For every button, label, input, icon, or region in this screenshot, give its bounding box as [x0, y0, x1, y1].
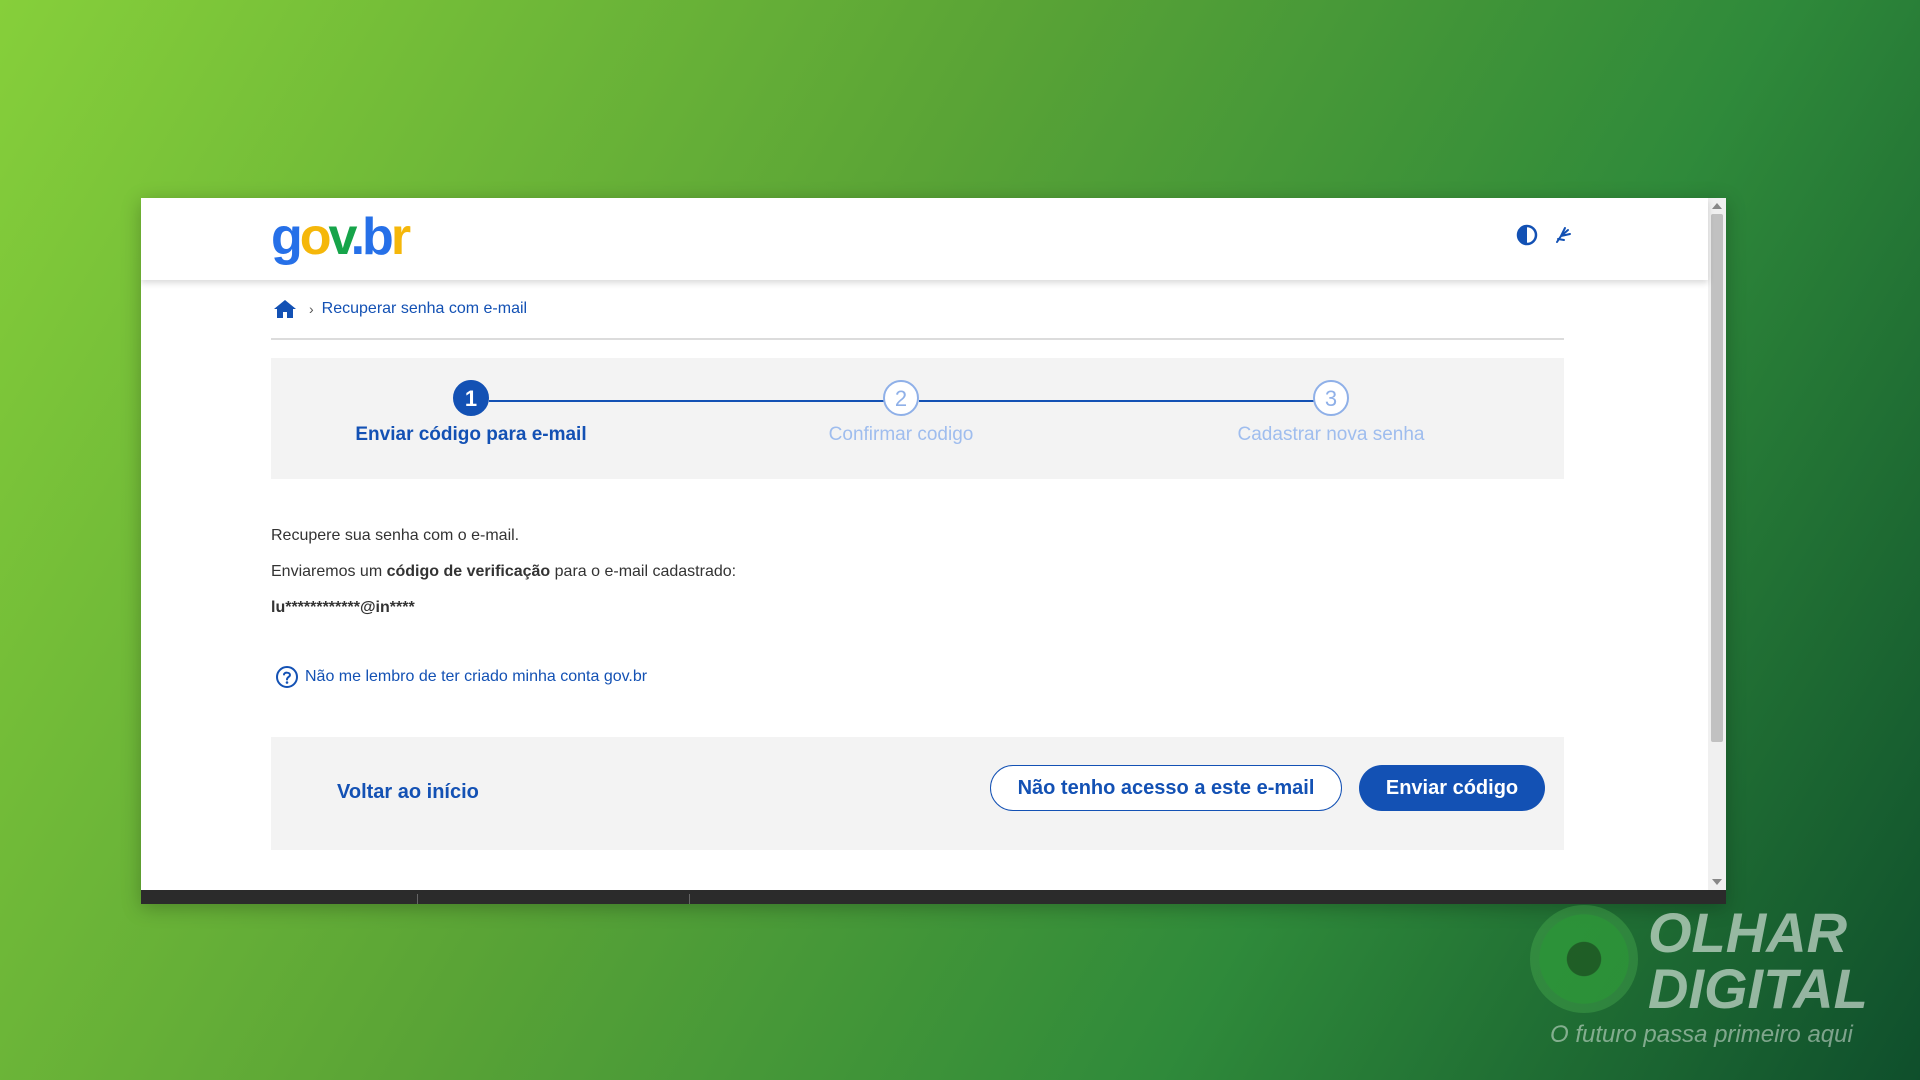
scroll-thumb[interactable]: [1711, 214, 1723, 742]
step-label: Confirmar codigo: [828, 424, 974, 445]
instruction-bold: código de verificação: [386, 563, 551, 580]
scroll-down-arrow[interactable]: [1712, 879, 1722, 885]
instruction-line-1: Recupere sua senha com o e-mail.: [271, 527, 520, 544]
watermark-brand: OLHAR DIGITAL: [1648, 905, 1868, 1017]
forgot-account-link[interactable]: Não me lembro de ter criado minha conta …: [271, 665, 1564, 689]
step-number: 3: [1313, 380, 1349, 416]
main-content: › Recuperar senha com e-mail 1 Enviar có…: [271, 280, 1564, 850]
step-2: 2 Confirmar codigo: [751, 380, 1051, 446]
watermark-tagline: O futuro passa primeiro aqui: [1550, 1021, 1853, 1048]
sign-language-icon[interactable]: [1552, 224, 1574, 246]
watermark-line-1: OLHAR: [1648, 901, 1848, 964]
browser-window: gov.br › Recuperar senha com e-mail 1 En…: [141, 198, 1726, 904]
home-icon[interactable]: [273, 299, 297, 319]
site-header: gov.br: [141, 198, 1708, 280]
watermark-line-2: DIGITAL: [1648, 957, 1868, 1020]
step-label: Enviar código para e-mail: [355, 424, 587, 445]
breadcrumb-separator: ›: [309, 301, 314, 317]
instruction-line-2: Enviaremos um código de verificação para…: [271, 563, 1564, 581]
masked-email: lu************@in****: [271, 599, 415, 616]
govbr-logo[interactable]: gov.br: [271, 210, 411, 264]
scroll-up-arrow[interactable]: [1712, 203, 1722, 209]
forgot-account-label: Não me lembro de ter criado minha conta …: [305, 668, 648, 685]
question-circle-icon: [276, 666, 298, 688]
send-code-button[interactable]: Enviar código: [1359, 765, 1545, 811]
breadcrumb: › Recuperar senha com e-mail: [271, 280, 1564, 340]
breadcrumb-current[interactable]: Recuperar senha com e-mail: [322, 300, 527, 318]
no-email-access-button[interactable]: Não tenho acesso a este e-mail: [990, 765, 1342, 811]
step-1: 1 Enviar código para e-mail: [321, 380, 621, 446]
back-to-start-button[interactable]: Voltar ao início: [337, 781, 479, 804]
action-bar: Voltar ao início Não tenho acesso a este…: [271, 737, 1564, 850]
olhar-digital-watermark: OLHAR DIGITAL O futuro passa primeiro aqu…: [1530, 905, 1870, 1055]
contrast-icon[interactable]: [1516, 224, 1538, 246]
step-3: 3 Cadastrar nova senha: [1181, 380, 1481, 446]
header-icons: [1516, 224, 1574, 246]
page-footer: [141, 890, 1726, 904]
step-label: Cadastrar nova senha: [1237, 424, 1425, 445]
instruction-prefix: Enviaremos um: [271, 563, 387, 580]
footer-divider: [689, 894, 690, 904]
instruction-suffix: para o e-mail cadastrado:: [550, 563, 737, 580]
instructions: Recupere sua senha com o e-mail. Enviare…: [271, 527, 1564, 617]
olhar-digital-eye-logo: [1530, 905, 1638, 1013]
step-number: 1: [453, 380, 489, 416]
step-number: 2: [883, 380, 919, 416]
footer-divider: [417, 894, 418, 904]
stepper: 1 Enviar código para e-mail 2 Confirmar …: [271, 358, 1564, 479]
scrollbar[interactable]: [1708, 198, 1726, 890]
